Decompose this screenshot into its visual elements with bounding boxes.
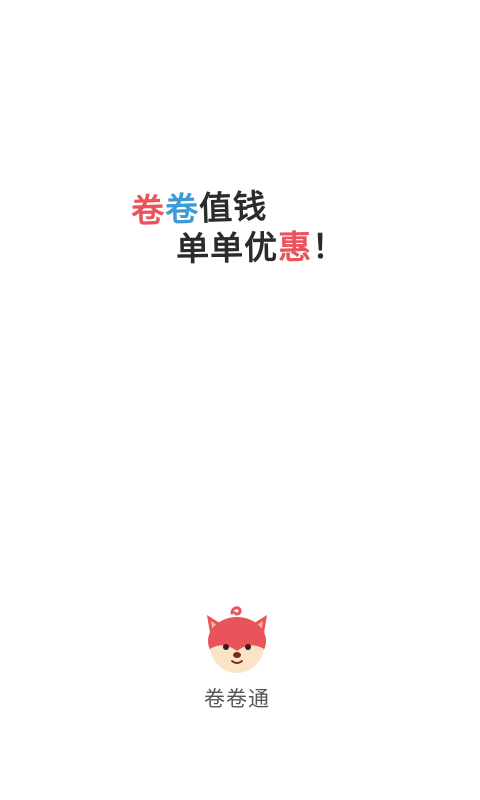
splash-screen: 卷卷值钱 单单优惠！ 卷卷通 <box>0 0 480 800</box>
brand: 卷卷通 <box>0 600 480 720</box>
slogan-char: 优 <box>243 227 279 268</box>
slogan-line-2: 单单优惠！ <box>176 220 347 271</box>
slogan-char: 单 <box>209 228 245 268</box>
slogan-char: 惠 <box>277 227 313 267</box>
fox-mascot-icon <box>201 603 273 675</box>
slogan-char: 单 <box>175 228 211 269</box>
slogan: 卷卷值钱 单单优惠！ <box>0 0 480 300</box>
slogan-char: 卷 <box>130 190 166 231</box>
app-name: 卷卷通 <box>204 687 270 711</box>
slogan-char: ！ <box>311 226 347 267</box>
